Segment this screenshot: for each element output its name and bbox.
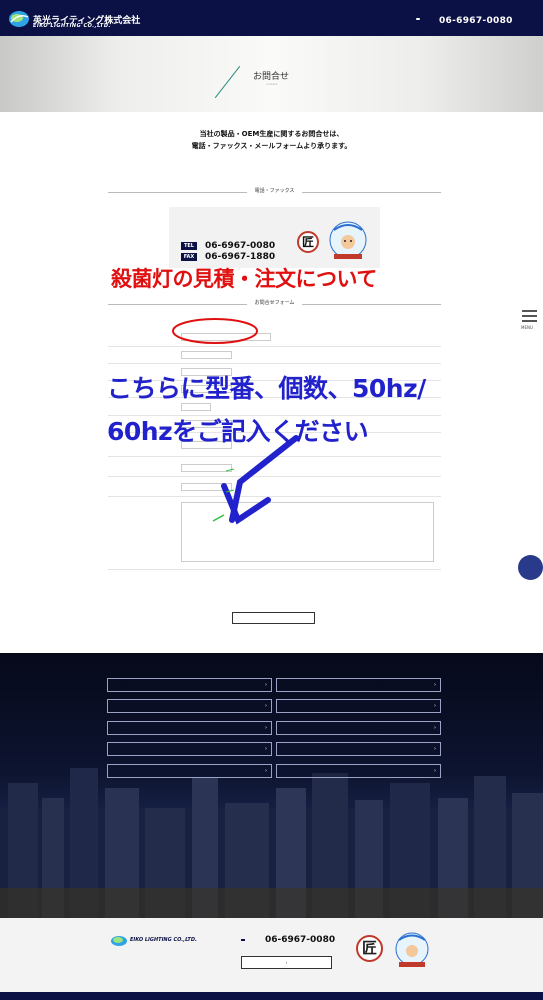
phone-section-header: 電話・ファックス (108, 187, 441, 197)
field-label-inquiry-type (114, 334, 120, 339)
annotation-blue-line-1: こちらに型番、個数、50hz/ (107, 374, 426, 403)
footer-takumi-badge: 匠 (356, 935, 383, 962)
page-top-button[interactable] (518, 555, 543, 580)
form-row (108, 347, 441, 364)
footer-nav-link[interactable]: › (107, 742, 272, 756)
company-name-en: EIKO LIGHTING CO.,LTD. (33, 23, 111, 29)
field-label-email (114, 465, 120, 470)
company-logo-icon[interactable] (8, 9, 30, 29)
intro-line-2: 電話・ファックス・メールフォームより承ります。 (191, 142, 352, 150)
chevron-right-icon: › (265, 703, 267, 709)
email-input[interactable] (181, 464, 232, 472)
footer-nav-link[interactable]: › (276, 742, 441, 756)
chevron-right-icon: › (265, 725, 267, 731)
footer-nav-link[interactable]: › (276, 721, 441, 735)
annotation-blue-line-2: 60hzをご記入ください (107, 417, 369, 446)
fax-label: FAX (181, 253, 197, 261)
company-input[interactable] (181, 351, 232, 359)
footer-logo-icon[interactable] (110, 935, 128, 947)
form-section-title: お問合せフォーム (246, 299, 303, 306)
phone-section-title: 電話・ファックス (246, 187, 303, 194)
form-row (108, 497, 441, 570)
takumi-badge: 匠 (297, 231, 319, 253)
form-row (108, 570, 441, 597)
site-footer: EIKO LIGHTING CO.,LTD. 06-6967-0080 › 匠 (0, 918, 543, 992)
osaka-innovation-logo-icon (329, 221, 367, 259)
footer-nav-link[interactable]: › (276, 699, 441, 713)
chevron-right-icon: › (434, 725, 436, 731)
contact-page: 英光ライティング株式会社 EIKO LIGHTING CO.,LTD. 06-6… (0, 0, 543, 1000)
form-row (108, 325, 441, 347)
menu-label: MENU (521, 325, 533, 330)
menu-button[interactable]: MENU (519, 307, 543, 333)
header-tel-badge (416, 18, 420, 20)
page-top-label (518, 555, 543, 563)
footer-nav-section: › › › › › › › › › › (0, 653, 543, 918)
chevron-right-icon: › (265, 682, 267, 688)
field-label-email-confirm (114, 485, 120, 490)
site-header: 英光ライティング株式会社 EIKO LIGHTING CO.,LTD. 06-6… (0, 0, 543, 36)
tel-number[interactable]: 06-6967-0080 (205, 241, 275, 251)
confirm-submit-button[interactable] (232, 612, 315, 624)
page-title: お問合せ (253, 72, 290, 82)
email-confirm-input[interactable] (181, 483, 232, 491)
chevron-right-icon: › (285, 960, 288, 965)
footer-nav-link[interactable]: › (107, 699, 272, 713)
annotation-red: 殺菌灯の見積・注文について (111, 267, 377, 291)
footer-nav-link[interactable]: › (107, 678, 272, 692)
footer-osaka-innovation-logo-icon (395, 932, 429, 967)
message-textarea[interactable] (181, 502, 434, 562)
footer-company-name-en: EIKO LIGHTING CO.,LTD. (130, 937, 197, 943)
chevron-right-icon: › (265, 768, 267, 774)
footer-nav-link[interactable]: › (107, 721, 272, 735)
intro-line-1: 当社の製品・OEM生産に関するお問合せは、 (199, 130, 344, 138)
inquiry-type-select[interactable] (181, 333, 271, 341)
footer-nav-link[interactable]: › (107, 764, 272, 778)
form-row (108, 477, 441, 497)
copyright (0, 992, 543, 1000)
page-subtitle: contact (266, 82, 278, 86)
phone-info-box: TEL 06-6967-0080 FAX 06-6967-1880 匠 (169, 207, 380, 268)
tel-label: TEL (181, 242, 197, 250)
chevron-right-icon: › (434, 746, 436, 752)
footer-phone-number[interactable]: 06-6967-0080 (265, 935, 335, 945)
footer-nav-link[interactable]: › (276, 764, 441, 778)
footer-tel-badge (241, 939, 245, 941)
chevron-right-icon: › (265, 746, 267, 752)
fax-number: 06-6967-1880 (205, 252, 276, 262)
form-section-header: お問合せフォーム (108, 299, 441, 309)
footer-nav-link[interactable]: › (276, 678, 441, 692)
field-label-company (114, 353, 120, 358)
chevron-right-icon: › (434, 768, 436, 774)
footer-contact-form-button[interactable]: › (241, 956, 332, 969)
chevron-right-icon: › (434, 682, 436, 688)
chevron-right-icon: › (434, 703, 436, 709)
form-row (108, 457, 441, 477)
header-phone-number[interactable]: 06-6967-0080 (439, 16, 513, 26)
